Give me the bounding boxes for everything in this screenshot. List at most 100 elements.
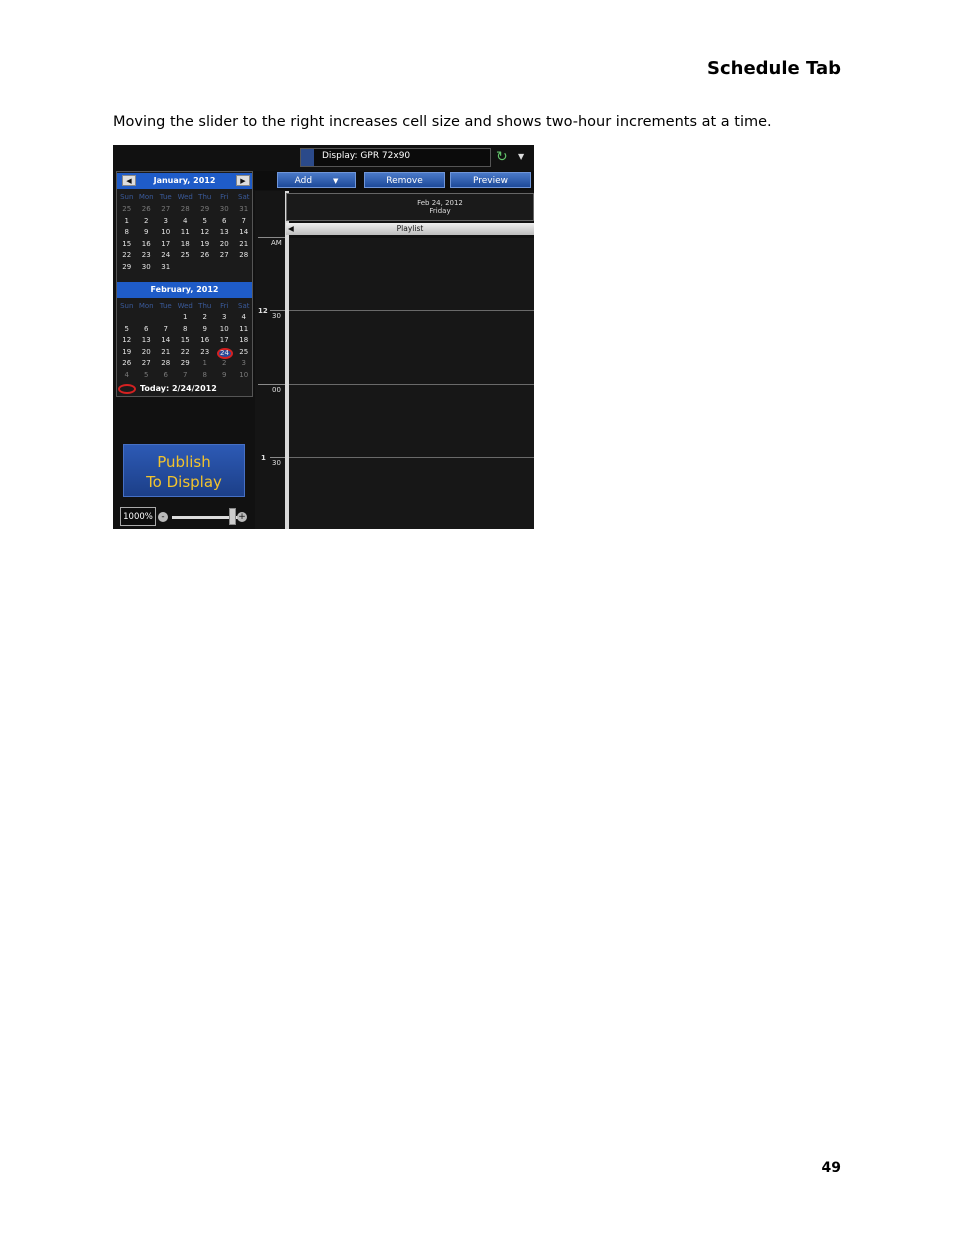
january-day-cell[interactable]: 7: [234, 217, 254, 225]
january-day-cell[interactable]: 19: [195, 240, 215, 248]
january-day-cell[interactable]: 25: [176, 251, 196, 259]
february-day-cell[interactable]: 6: [137, 325, 157, 333]
february-day-cell[interactable]: 3: [234, 359, 254, 367]
playlist-scroll-left-icon[interactable]: ◀: [288, 223, 294, 235]
january-day-cell[interactable]: 12: [195, 228, 215, 236]
february-day-cell[interactable]: 18: [234, 336, 254, 344]
add-dropdown-icon: ▼: [332, 177, 339, 185]
january-day-cell[interactable]: 23: [137, 251, 157, 259]
february-day-cell[interactable]: 2: [215, 359, 235, 367]
february-day-cell[interactable]: 3: [215, 313, 235, 321]
february-day-cell[interactable]: 7: [176, 371, 196, 379]
january-day-cell[interactable]: 21: [234, 240, 254, 248]
february-day-cell[interactable]: 25: [234, 348, 254, 356]
january-day-cell[interactable]: 10: [156, 228, 176, 236]
zoom-value[interactable]: 1000%: [120, 507, 156, 526]
february-weekday-header: Wed: [177, 302, 193, 310]
prev-month-button[interactable]: ◀: [122, 175, 136, 186]
february-day-cell[interactable]: 16: [195, 336, 215, 344]
january-day-cell[interactable]: 1: [117, 217, 137, 225]
february-day-cell[interactable]: 1: [176, 313, 196, 321]
january-day-cell[interactable]: 27: [215, 251, 235, 259]
add-button[interactable]: Add ▼: [277, 172, 356, 188]
january-weekday-header: Tue: [159, 193, 172, 201]
february-day-cell[interactable]: 12: [117, 336, 137, 344]
january-day-cell[interactable]: 30: [137, 263, 157, 271]
dropdown-arrow-icon[interactable]: ▼: [518, 152, 524, 161]
february-day-cell[interactable]: 22: [176, 348, 196, 356]
february-day-cell[interactable]: 21: [156, 348, 176, 356]
february-day-cell[interactable]: 23: [195, 348, 215, 356]
february-day-cell[interactable]: 6: [156, 371, 176, 379]
february-day-cell[interactable]: 27: [137, 359, 157, 367]
february-day-cell[interactable]: 20: [137, 348, 157, 356]
february-day-cell[interactable]: 9: [195, 325, 215, 333]
tick-1200: [258, 237, 285, 238]
january-day-cell[interactable]: 4: [176, 217, 196, 225]
february-day-cell[interactable]: 1: [195, 359, 215, 367]
february-day-cell[interactable]: 26: [117, 359, 137, 367]
zoom-out-icon[interactable]: -: [158, 512, 168, 522]
january-day-cell[interactable]: 31: [156, 263, 176, 271]
february-day-cell[interactable]: 13: [137, 336, 157, 344]
february-day-cell[interactable]: 24: [216, 347, 233, 359]
february-day-cell[interactable]: 11: [234, 325, 254, 333]
january-day-cell[interactable]: 20: [215, 240, 235, 248]
january-day-cell[interactable]: 11: [176, 228, 196, 236]
february-day-cell[interactable]: 15: [176, 336, 196, 344]
january-day-cell[interactable]: 5: [195, 217, 215, 225]
january-day-cell[interactable]: 8: [117, 228, 137, 236]
january-day-cell[interactable]: 25: [117, 205, 137, 213]
february-day-cell[interactable]: 7: [156, 325, 176, 333]
next-month-button[interactable]: ▶: [236, 175, 250, 186]
february-day-cell[interactable]: 28: [156, 359, 176, 367]
february-day-cell[interactable]: 4: [117, 371, 137, 379]
february-weekday-header: Fri: [220, 302, 229, 310]
february-day-cell[interactable]: 29: [176, 359, 196, 367]
january-day-cell[interactable]: 9: [137, 228, 157, 236]
display-toggle-button[interactable]: [301, 149, 314, 166]
january-day-cell[interactable]: 6: [215, 217, 235, 225]
january-day-cell[interactable]: 26: [195, 251, 215, 259]
february-day-cell[interactable]: 8: [195, 371, 215, 379]
january-day-cell[interactable]: 24: [156, 251, 176, 259]
zoom-slider-handle[interactable]: [229, 508, 236, 525]
publish-to-display-button[interactable]: Publish To Display: [123, 444, 245, 497]
february-day-cell[interactable]: 5: [117, 325, 137, 333]
playlist-column-header[interactable]: ◀ Playlist: [286, 223, 534, 235]
zoom-in-icon[interactable]: +: [237, 512, 247, 522]
remove-button[interactable]: Remove: [364, 172, 445, 188]
preview-button[interactable]: Preview: [450, 172, 531, 188]
january-weekday-header: Mon: [138, 193, 154, 201]
february-day-cell[interactable]: 19: [117, 348, 137, 356]
february-day-cell[interactable]: 4: [234, 313, 254, 321]
january-day-cell[interactable]: 30: [215, 205, 235, 213]
january-day-cell[interactable]: 29: [117, 263, 137, 271]
january-day-cell[interactable]: 28: [176, 205, 196, 213]
january-day-cell[interactable]: 31: [234, 205, 254, 213]
february-day-cell[interactable]: 9: [215, 371, 235, 379]
january-day-cell[interactable]: 3: [156, 217, 176, 225]
today-label[interactable]: Today: 2/24/2012: [140, 384, 217, 393]
january-day-cell[interactable]: 27: [156, 205, 176, 213]
february-day-cell[interactable]: 10: [215, 325, 235, 333]
january-day-cell[interactable]: 14: [234, 228, 254, 236]
january-day-cell[interactable]: 29: [195, 205, 215, 213]
february-day-cell[interactable]: 17: [215, 336, 235, 344]
february-day-cell[interactable]: 2: [195, 313, 215, 321]
february-day-cell[interactable]: 5: [137, 371, 157, 379]
refresh-icon[interactable]: ↻: [496, 150, 508, 164]
february-day-cell[interactable]: 14: [156, 336, 176, 344]
january-day-cell[interactable]: 22: [117, 251, 137, 259]
january-day-cell[interactable]: 16: [137, 240, 157, 248]
january-day-cell[interactable]: 28: [234, 251, 254, 259]
january-day-cell[interactable]: 18: [176, 240, 196, 248]
february-day-cell[interactable]: 8: [176, 325, 196, 333]
display-label: Display: GPR 72x90: [322, 151, 411, 161]
february-day-cell[interactable]: 10: [234, 371, 254, 379]
january-day-cell[interactable]: 15: [117, 240, 137, 248]
january-day-cell[interactable]: 2: [137, 217, 157, 225]
january-day-cell[interactable]: 26: [137, 205, 157, 213]
january-day-cell[interactable]: 17: [156, 240, 176, 248]
january-day-cell[interactable]: 13: [215, 228, 235, 236]
